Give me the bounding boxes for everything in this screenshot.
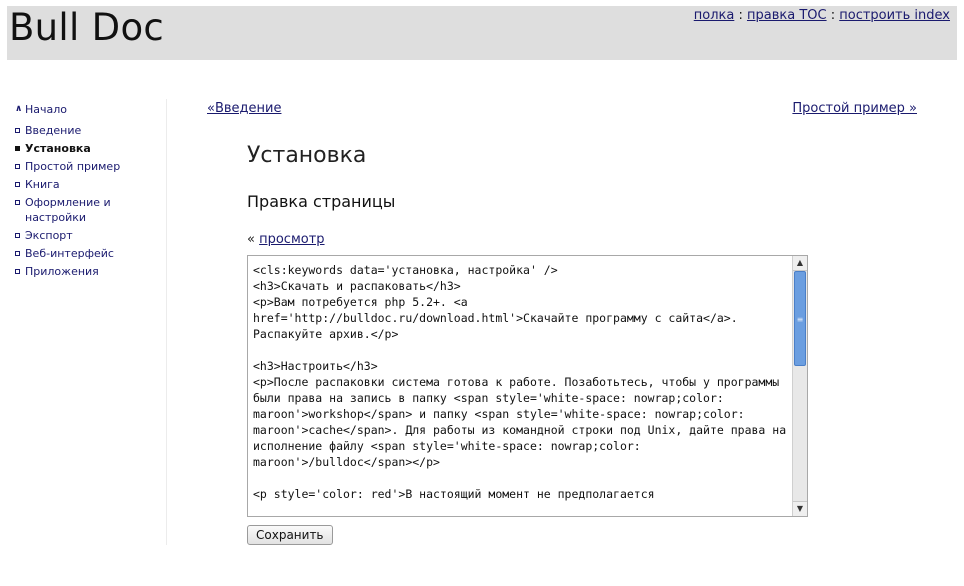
- edit-toc-link[interactable]: правка TOC: [747, 8, 827, 23]
- save-button[interactable]: Сохранить: [247, 525, 333, 545]
- page-source-editor[interactable]: <cls:keywords data='установка, настройка…: [248, 256, 790, 516]
- view-prefix: «: [247, 232, 260, 247]
- scroll-up-icon[interactable]: ▲: [793, 256, 807, 271]
- sidebar-item-label: Установка: [25, 142, 91, 155]
- site-logo: Bull Doc: [9, 6, 165, 49]
- sidebar-item-label[interactable]: Экспорт: [25, 228, 73, 243]
- editor-container: <cls:keywords data='установка, настройка…: [247, 255, 808, 517]
- page-subtitle: Правка страницы: [247, 192, 396, 211]
- sidebar-item-label[interactable]: Приложения: [25, 264, 99, 279]
- sidebar: ∧ Начало Введение Установка Простой прим…: [15, 101, 165, 282]
- page-title: Установка: [247, 143, 367, 168]
- view-line: « просмотр: [247, 232, 325, 247]
- sidebar-item-book[interactable]: Книга: [15, 177, 165, 192]
- sidebar-item-intro[interactable]: Введение: [15, 123, 165, 138]
- sidebar-home[interactable]: ∧ Начало: [15, 101, 165, 117]
- bullet-icon: [15, 200, 20, 205]
- sidebar-item-web-interface[interactable]: Веб-интерфейс: [15, 246, 165, 261]
- view-link[interactable]: просмотр: [259, 232, 324, 247]
- sidebar-item-export[interactable]: Экспорт: [15, 228, 165, 243]
- sidebar-item-label[interactable]: Оформление и настройки: [25, 195, 165, 225]
- sidebar-item-label[interactable]: Введение: [25, 123, 81, 138]
- sidebar-item-simple-example[interactable]: Простой пример: [15, 159, 165, 174]
- sidebar-divider: [166, 99, 167, 545]
- sidebar-item-appendix[interactable]: Приложения: [15, 264, 165, 279]
- bullet-icon: [15, 233, 20, 238]
- header-bar: Bull Doc полка : правка TOC : построить …: [7, 6, 957, 60]
- scroll-thumb[interactable]: ≡: [794, 271, 806, 366]
- double-chevron-up-icon: ∧: [15, 104, 23, 114]
- top-links: полка : правка TOC : построить index: [694, 8, 950, 23]
- bullet-icon: [15, 146, 20, 151]
- sidebar-list: Введение Установка Простой пример Книга …: [15, 123, 165, 279]
- bullet-icon: [15, 182, 20, 187]
- sidebar-item-label[interactable]: Книга: [25, 177, 60, 192]
- build-index-link[interactable]: построить index: [839, 8, 950, 23]
- sidebar-item-home[interactable]: Начало: [25, 103, 67, 116]
- sidebar-item-label[interactable]: Веб-интерфейс: [25, 246, 114, 261]
- bullet-icon: [15, 164, 20, 169]
- shelf-link[interactable]: полка: [694, 8, 735, 23]
- scroll-down-icon[interactable]: ▼: [793, 501, 807, 516]
- bullet-icon: [15, 269, 20, 274]
- bullet-icon: [15, 251, 20, 256]
- sidebar-item-label[interactable]: Простой пример: [25, 159, 120, 174]
- link-separator: :: [734, 8, 747, 23]
- bullet-icon: [15, 128, 20, 133]
- sidebar-item-install: Установка: [15, 141, 165, 156]
- sidebar-item-settings[interactable]: Оформление и настройки: [15, 195, 165, 225]
- link-separator: :: [826, 8, 840, 23]
- next-page-link[interactable]: Простой пример »: [792, 101, 917, 116]
- editor-scrollbar[interactable]: ▲ ≡ ▼: [792, 256, 807, 516]
- prev-page-link[interactable]: «Введение: [207, 101, 281, 116]
